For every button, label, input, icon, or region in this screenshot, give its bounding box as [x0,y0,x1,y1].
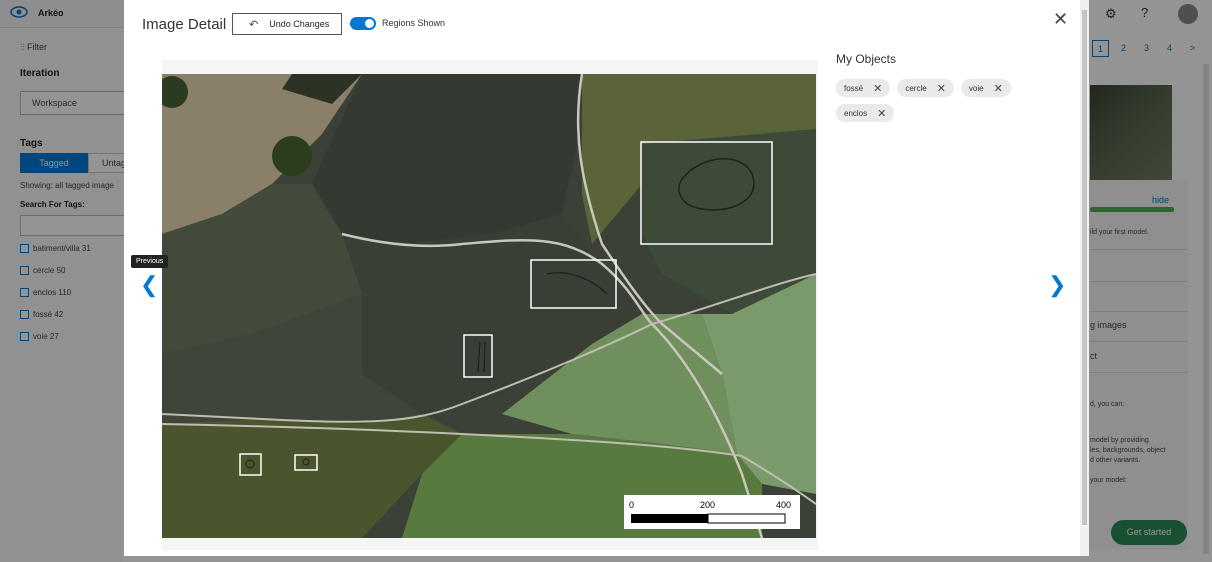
regions-toggle[interactable] [350,17,376,30]
object-tag-chip: voie ✕ [960,79,1011,97]
aerial-image-graphic: 0 200 400 [162,74,816,538]
modal-title: Image Detail [142,16,227,33]
close-icon[interactable]: ✕ [1053,10,1068,28]
undo-label: Undo Changes [269,19,330,29]
my-objects-heading: My Objects [836,52,897,66]
image-detail-modal: Image Detail ↶ Undo Changes Regions Show… [124,0,1080,556]
scrollbar-thumb[interactable] [1082,10,1087,525]
object-tag-list: fossé ✕ cercle ✕ voie ✕ enclos ✕ [836,79,1036,129]
remove-tag-icon[interactable]: ✕ [937,82,946,95]
remove-tag-icon[interactable]: ✕ [873,82,882,95]
scale-label-400: 400 [776,500,791,510]
scale-label-0: 0 [629,500,634,510]
object-tag-chip: fossé ✕ [836,79,891,97]
undo-icon: ↶ [249,18,259,31]
object-tag-label: voie [968,83,984,93]
object-tag-chip: cercle ✕ [897,79,954,97]
regions-toggle-label: Regions Shown [382,18,446,28]
aerial-image[interactable]: 0 200 400 [162,74,816,538]
remove-tag-icon[interactable]: ✕ [877,107,886,120]
object-tag-chip: enclos ✕ [836,104,895,122]
toggle-knob [365,19,374,28]
object-tag-label: cercle [905,83,927,93]
previous-tooltip: Previous [131,255,169,268]
undo-changes-button[interactable]: ↶ Undo Changes [232,13,342,35]
object-tag-label: fossé [844,83,864,93]
remove-tag-icon[interactable]: ✕ [994,82,1003,95]
modal-scrollbar[interactable] [1080,0,1089,556]
previous-arrow-icon[interactable]: ❮ [140,272,158,298]
next-arrow-icon[interactable]: ❯ [1048,272,1066,298]
object-tag-label: enclos [844,108,868,118]
scale-label-200: 200 [700,500,715,510]
